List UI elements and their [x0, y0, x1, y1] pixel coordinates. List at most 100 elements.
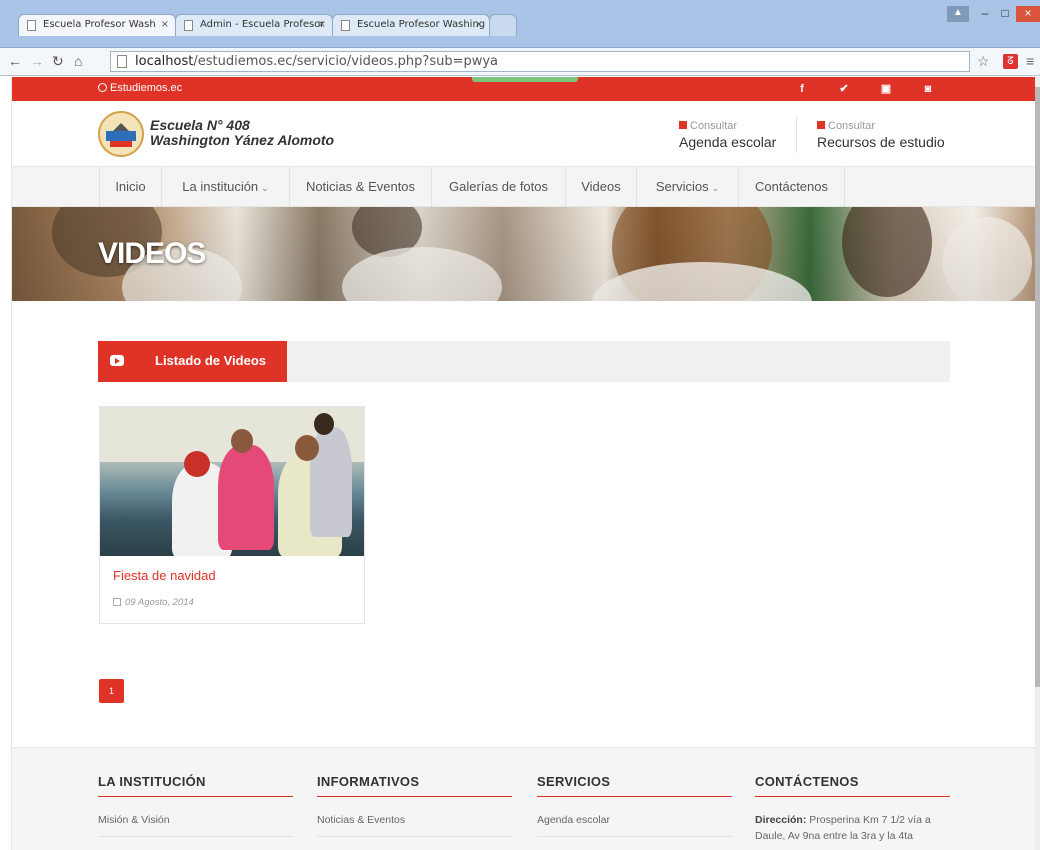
video-title[interactable]: Fiesta de navidad — [113, 568, 216, 583]
video-thumbnail[interactable] — [100, 407, 364, 556]
star-icon[interactable]: ☆ — [977, 53, 990, 70]
video-date-text: 09 Agosto, 2014 — [125, 597, 194, 608]
twitter-icon[interactable]: ✔ — [831, 80, 857, 98]
nav-item-institucion[interactable]: La institución ⌄ — [161, 167, 289, 207]
footer-link[interactable]: Misión & Visión — [98, 812, 293, 828]
home-icon[interactable]: ⌂ — [74, 53, 82, 69]
page-1-button[interactable]: 1 — [99, 679, 124, 703]
section-title: Listado de Videos — [155, 353, 267, 368]
school-name-line2: Washington Yánez Alomoto — [150, 132, 335, 148]
user-icon[interactable]: ▲ — [947, 6, 969, 22]
brand-label: Estudiemos.ec — [110, 82, 183, 94]
agenda-link-label: Agenda escolar — [679, 134, 777, 150]
url-path: /estudiemos.ec/servicio/videos.php?sub=p… — [193, 54, 499, 69]
footer-col-servicios: SERVICIOS Agenda escolar — [537, 774, 732, 837]
video-card[interactable]: Fiesta de navidad 09 Agosto, 2014 — [99, 406, 365, 624]
browser-titlebar: Escuela Profesor Wash × Admin - Escuela … — [0, 0, 1040, 48]
site-header: Escuela N° 408 Washington Yánez Alomoto … — [12, 101, 1035, 167]
left-gutter — [0, 77, 12, 850]
school-name[interactable]: Escuela N° 408 Washington Yánez Alomoto — [150, 118, 334, 148]
page-icon — [341, 20, 350, 31]
thumb-shape — [184, 451, 210, 477]
footer-divider — [98, 836, 293, 837]
logo-band — [106, 131, 136, 141]
tab-title: Escuela Profesor Washing — [357, 19, 486, 30]
nav-item-noticias[interactable]: Noticias & Eventos — [289, 167, 431, 207]
calendar-icon — [113, 598, 121, 606]
footer-col-contactenos: CONTÁCTENOS Dirección: Prosperina Km 7 1… — [755, 774, 950, 844]
instagram-icon[interactable]: ◙ — [915, 80, 941, 98]
youtube-icon — [110, 355, 124, 366]
brand-link[interactable]: Estudiemos.ec — [98, 82, 182, 94]
url-host: localhost — [135, 54, 194, 69]
close-window-button[interactable]: × — [1016, 6, 1040, 22]
recursos-link-small: Consultar — [828, 120, 876, 132]
close-tab-icon[interactable]: × — [318, 19, 326, 30]
section-header: Listado de Videos — [98, 341, 950, 382]
tab-title: Escuela Profesor Wash — [43, 19, 156, 30]
maximize-button[interactable]: □ — [996, 6, 1014, 22]
thumb-shape — [218, 445, 274, 550]
edit-icon — [679, 121, 687, 129]
video-date: 09 Agosto, 2014 — [113, 597, 194, 608]
nav-label: Contáctenos — [755, 179, 828, 194]
footer-col-informativos: INFORMATIVOS Noticias & Eventos — [317, 774, 512, 837]
footer-heading: LA INSTITUCIÓN — [98, 774, 293, 797]
agenda-link[interactable]: Consultar Agenda escolar — [679, 120, 776, 150]
forward-arrow-icon[interactable]: → — [30, 53, 44, 69]
site-footer: LA INSTITUCIÓN Misión & Visión INFORMATI… — [12, 747, 1035, 850]
footer-link[interactable]: Noticias & Eventos — [317, 812, 512, 828]
close-tab-icon[interactable]: × — [161, 19, 169, 30]
nav-label: Videos — [581, 179, 621, 194]
nav-item-galerias[interactable]: Galerías de fotos — [431, 167, 565, 207]
page-banner: VIDEOS — [12, 207, 1035, 301]
scrollbar[interactable] — [1035, 77, 1040, 850]
footer-link[interactable]: Agenda escolar — [537, 812, 732, 828]
chevron-down-icon: ⌄ — [711, 183, 720, 193]
reload-icon[interactable]: ↻ — [52, 53, 64, 70]
school-logo[interactable] — [98, 111, 144, 157]
address-label: Dirección: — [755, 814, 807, 826]
page-viewport: Estudiemos.ec f ✔ ▣ ◙ Escuela N° 408 Was… — [12, 77, 1035, 850]
page-icon — [184, 20, 193, 31]
book-icon — [817, 121, 825, 129]
page-title: VIDEOS — [98, 237, 206, 270]
nav-label: Noticias & Eventos — [305, 179, 416, 194]
nav-item-servicios[interactable]: Servicios ⌄ — [636, 167, 738, 207]
top-bar: Estudiemos.ec f ✔ ▣ ◙ — [12, 77, 1035, 101]
nav-item-contactenos[interactable]: Contáctenos — [738, 167, 845, 207]
facebook-icon[interactable]: f — [789, 80, 815, 98]
minimize-button[interactable]: – — [976, 6, 994, 22]
new-tab-button[interactable] — [489, 14, 517, 36]
nav-item-inicio[interactable]: Inicio — [99, 167, 161, 207]
back-arrow-icon[interactable]: ← — [8, 53, 22, 69]
footer-divider — [317, 836, 512, 837]
youtube-icon[interactable]: ▣ — [873, 80, 899, 98]
top-ribbon — [472, 77, 578, 82]
nav-label: Galerías de fotos — [449, 179, 548, 194]
footer-divider — [537, 836, 732, 837]
nav-label: La institución — [182, 179, 259, 194]
nav-item-videos[interactable]: Videos — [565, 167, 636, 207]
thumb-shape — [314, 413, 334, 435]
footer-col-institucion: LA INSTITUCIÓN Misión & Visión — [98, 774, 293, 837]
recursos-link-label: Recursos de estudio — [817, 134, 945, 150]
tab-3[interactable]: Escuela Profesor Washing × — [332, 14, 490, 36]
section-tab: Listado de Videos — [98, 341, 287, 382]
scrollbar-thumb[interactable] — [1035, 87, 1040, 687]
footer-heading: INFORMATIVOS — [317, 774, 512, 797]
circle-icon — [98, 83, 107, 92]
address-bar[interactable]: localhost/estudiemos.ec/servicio/videos.… — [110, 51, 970, 72]
tab-2[interactable]: Admin - Escuela Profesor × — [175, 14, 333, 36]
page-icon — [27, 20, 36, 31]
agenda-link-small: Consultar — [690, 120, 738, 132]
menu-icon[interactable]: ≡ — [1026, 53, 1034, 69]
tab-1[interactable]: Escuela Profesor Wash × — [18, 14, 176, 36]
recursos-link[interactable]: Consultar Recursos de estudio — [817, 120, 945, 150]
main-nav: Inicio La institución ⌄ Noticias & Evento… — [12, 167, 1035, 207]
extension-icon[interactable]: ᘔ — [1003, 54, 1018, 69]
header-divider — [796, 117, 797, 153]
thumb-shape — [231, 429, 253, 453]
footer-heading: CONTÁCTENOS — [755, 774, 950, 797]
close-tab-icon[interactable]: × — [475, 19, 483, 30]
